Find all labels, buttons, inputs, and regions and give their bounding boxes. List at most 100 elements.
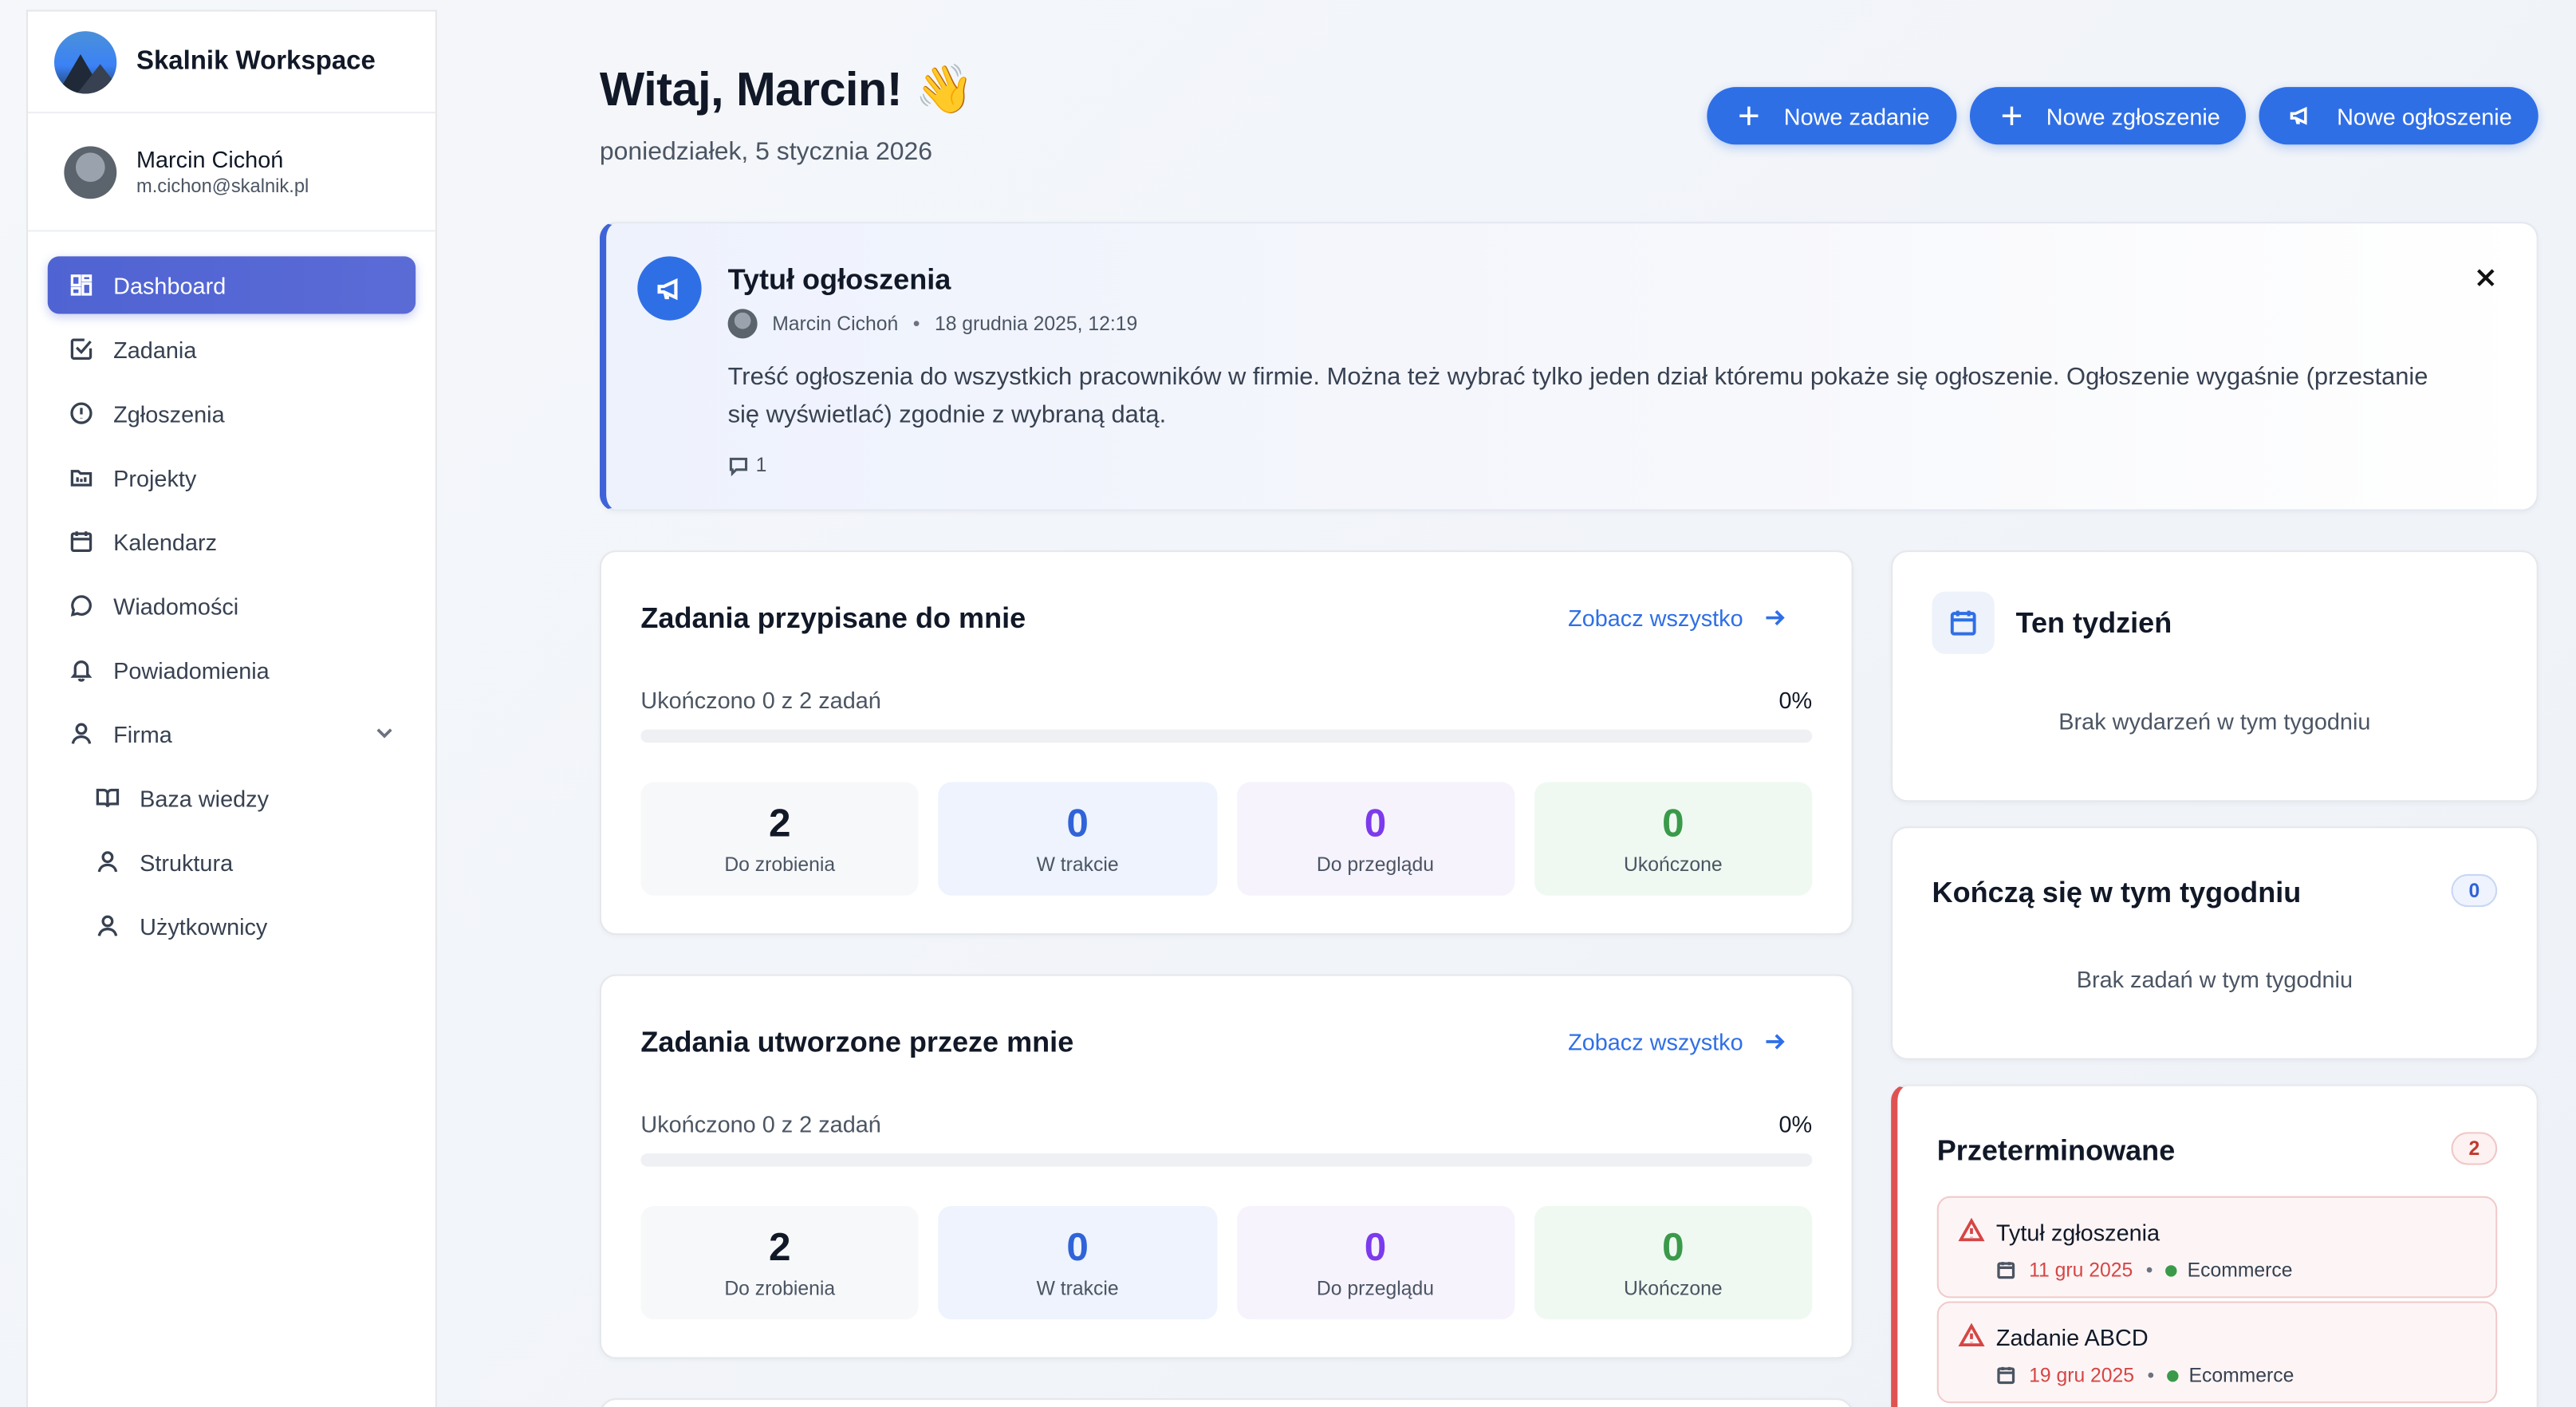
next-card <box>599 1398 1853 1407</box>
stat-done[interactable]: 0 Ukończone <box>1534 782 1813 896</box>
this-week-card: Ten tydzień Brak wydarzeń w tym tygodniu <box>1891 550 2539 802</box>
announcement-date: 18 grudnia 2025, 12:19 <box>934 312 1138 336</box>
count-badge: 0 <box>2451 873 2498 908</box>
sidebar-item-label: Projekty <box>113 463 197 491</box>
new-task-button[interactable]: Nowe zadanie <box>1706 87 1956 145</box>
sidebar-item-calendar[interactable]: Kalendarz <box>48 513 416 570</box>
stat-value: 0 <box>1066 1225 1089 1271</box>
stat-label: Do zrobienia <box>724 853 836 876</box>
comments-button[interactable]: 1 <box>728 454 766 476</box>
stats-row: 2 Do zrobienia 0 W trakcie 0 Do przeglądu 0… <box>640 782 1813 896</box>
stat-value: 2 <box>768 802 791 846</box>
comment-icon <box>729 456 748 476</box>
sidebar-item-label: Baza wiedzy <box>140 784 270 811</box>
sidebar-item-knowledge-base[interactable]: Baza wiedzy <box>48 769 416 826</box>
progress-bar <box>640 729 1813 743</box>
sidebar-item-label: Zgłoszenia <box>113 400 225 427</box>
dashboard-icon <box>67 272 93 298</box>
category-label: Ecommerce <box>2187 1258 2293 1282</box>
announcement-body: Treść ogłoszenia do wszystkich pracownik… <box>727 363 2428 429</box>
sidebar-item-label: Struktura <box>140 848 234 875</box>
sidebar-item-dashboard[interactable]: Dashboard <box>47 256 416 314</box>
user-profile[interactable]: Marcin Cichoń m.cichon@skalnik.pl <box>28 113 435 232</box>
sidebar-item-projects[interactable]: Projekty <box>48 448 416 506</box>
warning-icon <box>1958 1217 1985 1243</box>
stats-row: 2 Do zrobienia 0 W trakcie 0 Do przeglądu 0… <box>640 1206 1813 1320</box>
announcement-author: Marcin Cichoń <box>772 312 899 336</box>
progress-percent: 0% <box>1778 1110 1813 1137</box>
progress-percent: 0% <box>1778 687 1813 714</box>
stat-todo[interactable]: 2 Do zrobienia <box>640 782 920 896</box>
messages-icon <box>67 593 93 619</box>
sidebar-item-label: Dashboard <box>113 271 226 298</box>
category-label: Ecommerce <box>2188 1363 2294 1387</box>
new-ticket-button[interactable]: Nowe zgłoszenie <box>1968 87 2247 145</box>
tickets-icon <box>67 400 93 427</box>
stat-value: 0 <box>1662 802 1684 846</box>
current-date: poniedziałek, 5 stycznia 2026 <box>599 138 933 167</box>
new-task-label: Nowe zadanie <box>1783 102 1930 129</box>
sidebar-item-users[interactable]: Użytkownicy <box>48 897 416 955</box>
stat-review[interactable]: 0 Do przeglądu <box>1236 1206 1514 1320</box>
stat-value: 2 <box>768 1225 791 1271</box>
stat-in-progress[interactable]: 0 W trakcie <box>938 782 1217 896</box>
created-tasks-card: Zadania utworzone przeze mnie Zobacz wsz… <box>599 974 1853 1359</box>
calendar-icon <box>1997 1262 2015 1279</box>
sidebar: Skalnik Workspace Marcin Cichoń m.cichon… <box>26 10 437 1407</box>
sidebar-item-label: Firma <box>113 720 172 747</box>
megaphone-icon <box>2289 104 2314 128</box>
chevron-down-icon[interactable] <box>373 721 396 744</box>
sidebar-item-label: Kalendarz <box>113 528 218 555</box>
user-icon <box>93 849 120 875</box>
sidebar-item-structure[interactable]: Struktura <box>48 833 416 890</box>
sidebar-nav: Dashboard Zadania Zgłoszenia Projekty Ka… <box>28 231 435 954</box>
plus-icon <box>1736 104 1761 128</box>
sidebar-item-company[interactable]: Firma <box>48 705 416 763</box>
see-all-link[interactable]: Zobacz wszystko <box>1568 1029 1786 1055</box>
stat-value: 0 <box>1364 1225 1387 1271</box>
sidebar-item-tickets[interactable]: Zgłoszenia <box>48 384 416 442</box>
page-title: Witaj, Marcin! 👋 <box>599 64 975 117</box>
stat-review[interactable]: 0 Do przeglądu <box>1236 782 1514 896</box>
sidebar-item-tasks[interactable]: Zadania <box>48 321 416 378</box>
user-icon <box>67 720 93 747</box>
announcement-meta: Marcin Cichoń • 18 grudnia 2025, 12:19 <box>727 309 1138 339</box>
sidebar-item-messages[interactable]: Wiadomości <box>48 577 416 634</box>
arrow-right-icon <box>1766 1034 1785 1050</box>
stat-label: Ukończone <box>1623 853 1723 876</box>
stat-done[interactable]: 0 Ukończone <box>1534 1206 1813 1320</box>
card-title: Przeterminowane <box>1936 1133 2176 1167</box>
see-all-label: Zobacz wszystko <box>1568 1028 1743 1055</box>
overdue-item-title: Tytuł zgłoszenia <box>1995 1219 2160 1246</box>
stat-in-progress[interactable]: 0 W trakcie <box>938 1206 1217 1320</box>
empty-state: Brak wydarzeń w tym tygodniu <box>2058 707 2371 735</box>
sidebar-item-label: Wiadomości <box>113 592 239 619</box>
stat-todo[interactable]: 2 Do zrobienia <box>640 1206 920 1320</box>
brand[interactable]: Skalnik Workspace <box>28 11 435 114</box>
book-icon <box>93 785 120 811</box>
stat-label: Do przeglądu <box>1316 853 1434 876</box>
app-logo <box>53 30 117 93</box>
overdue-item[interactable]: Tytuł zgłoszenia 11 gru 2025 • Ecommerce <box>1936 1196 2498 1299</box>
separator: • <box>2147 1363 2155 1387</box>
warning-icon <box>1958 1322 1985 1349</box>
overdue-item-title: Zadanie ABCD <box>1995 1324 2149 1351</box>
card-title: Zadania przypisane do mnie <box>640 601 1026 635</box>
sidebar-item-label: Zadania <box>113 336 197 363</box>
close-icon[interactable] <box>2474 266 2497 290</box>
card-title: Zadania utworzone przeze mnie <box>640 1025 1074 1058</box>
overdue-item[interactable]: Zadanie ABCD 19 gru 2025 • Ecommerce <box>1936 1301 2498 1404</box>
due-date: 19 gru 2025 <box>2029 1363 2135 1387</box>
status-dot <box>2167 1370 2180 1381</box>
ending-this-week-card: Kończą się w tym tygodniu 0 Brak zadań w… <box>1891 826 2539 1060</box>
count-badge: 2 <box>2451 1132 2498 1165</box>
plus-icon <box>1999 104 2023 128</box>
progress-label: Ukończono 0 z 2 zadań <box>640 687 881 714</box>
app-name: Skalnik Workspace <box>136 46 376 75</box>
new-announcement-button[interactable]: Nowe ogłoszenie <box>2259 87 2539 145</box>
overdue-item-meta: 19 gru 2025 • Ecommerce <box>1996 1364 2294 1387</box>
sidebar-item-notifications[interactable]: Powiadomienia <box>48 640 416 698</box>
sidebar-item-label: Powiadomienia <box>113 656 270 683</box>
see-all-link[interactable]: Zobacz wszystko <box>1568 605 1786 631</box>
arrow-right-icon <box>1766 610 1785 626</box>
